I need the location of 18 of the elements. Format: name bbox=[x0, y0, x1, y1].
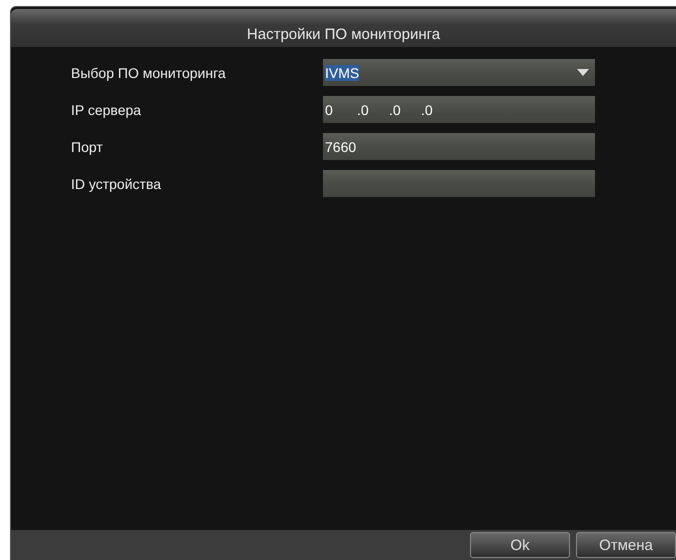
field-label: Выбор ПО мониторинга bbox=[71, 64, 227, 80]
field-value: 7660 bbox=[325, 138, 356, 154]
input-field[interactable]: 7660 bbox=[323, 133, 595, 160]
field-label: ID устройства bbox=[71, 176, 162, 192]
input-field[interactable] bbox=[323, 170, 595, 197]
dropdown-value: IVMS bbox=[325, 64, 360, 80]
ip-octet-text: .0 bbox=[389, 102, 402, 118]
window-title: Настройки ПО мониторинга bbox=[246, 26, 440, 43]
caret-icon bbox=[577, 67, 589, 77]
ip-field[interactable]: 0 .0 .0 .0 bbox=[323, 96, 595, 123]
ip-octet-text: .0 bbox=[421, 102, 434, 118]
field-label: IP сервера bbox=[71, 102, 142, 118]
ip-octet-text: 0 bbox=[325, 102, 334, 118]
dropdown[interactable]: IVMS bbox=[323, 59, 595, 86]
field-label: Порт bbox=[71, 138, 104, 154]
ok-button[interactable]: Ok bbox=[470, 532, 570, 558]
ip-octet-text: .0 bbox=[357, 102, 370, 118]
cancel-button[interactable]: Отмена bbox=[576, 532, 676, 558]
